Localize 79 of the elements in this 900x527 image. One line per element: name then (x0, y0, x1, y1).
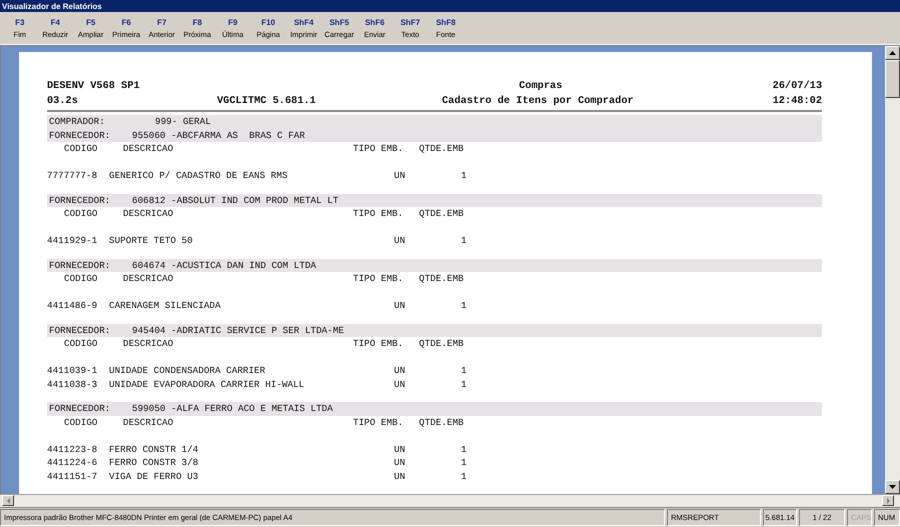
scrollbar-thumb[interactable] (885, 60, 900, 98)
item-code: 7777777-8 (47, 170, 98, 182)
item-description: UNIDADE EVAPORADORA CARRIER HI-WALL (109, 378, 306, 390)
column-header: TIPO EMB. (353, 338, 404, 350)
system-name: DESENV V568 SP1 (47, 80, 141, 92)
item-quantity: 1 (461, 300, 468, 312)
item-description: UNIDADE CONDENSADORA CARRIER (109, 365, 266, 376)
report-time: 12:48:02 (772, 94, 822, 106)
column-header: QTDE.EMB (419, 416, 465, 428)
down-arrow-icon (889, 485, 896, 489)
column-header: DESCRICAO (123, 338, 174, 350)
item-unit: UN (394, 365, 406, 376)
column-header: QTDE.EMB (419, 338, 465, 350)
program-version: VGCLITMC 5.681.1 (217, 94, 317, 106)
up-arrow-icon (889, 51, 896, 55)
column-header: CODIGO (64, 273, 98, 284)
window-title: Visualizador de Relatórios (0, 0, 900, 12)
item-quantity: 1 (461, 235, 468, 246)
column-header: CODIGO (64, 416, 98, 428)
supplier-name: 599050 -ALFA FERRO ACO E METAIS LTDA (132, 403, 333, 414)
buyer-label: COMPRADOR: (48, 116, 106, 128)
item-unit: UN (394, 235, 406, 246)
item-code: 4411151-7 (47, 470, 98, 482)
item-unit: UN (394, 300, 406, 312)
column-header: CODIGO (64, 208, 98, 220)
item-code: 4411929-1 (47, 235, 98, 246)
module-name: Compras (518, 80, 564, 92)
supplier-label: FORNECEDOR: (48, 403, 112, 414)
supplier-name: 955060 -ABCFARMA AS BRAS C FAR (132, 130, 305, 141)
column-header: TIPO EMB. (353, 143, 404, 154)
item-code: 4411039-1 (47, 365, 98, 376)
elapsed-time: 03.2s (47, 94, 79, 106)
item-code: 4411224-6 (47, 457, 98, 468)
column-header: DESCRICAO (123, 273, 174, 284)
item-quantity: 1 (461, 170, 468, 182)
item-description: SUPORTE TETO 50 (109, 235, 194, 246)
supplier-label: FORNECEDOR: (48, 324, 112, 336)
column-header: TIPO EMB. (353, 208, 404, 220)
item-unit: UN (394, 378, 406, 390)
column-header: DESCRICAO (123, 416, 174, 428)
supplier-name: 604674 -ACUSTICA DAN IND COM LTDA (132, 260, 316, 271)
left-arrow-icon (6, 498, 10, 504)
supplier-label: FORNECEDOR: (48, 260, 112, 271)
item-quantity: 1 (461, 470, 468, 482)
supplier-label: FORNECEDOR: (48, 130, 112, 141)
item-description: FERRO CONSTR 3/8 (109, 457, 200, 468)
supplier-name: 606812 -ABSOLUT IND COM PROD METAL LT (132, 194, 338, 206)
column-header: CODIGO (64, 143, 98, 154)
item-unit: UN (394, 170, 406, 182)
column-header: CODIGO (64, 338, 98, 350)
item-unit: UN (394, 470, 406, 482)
column-header: DESCRICAO (123, 208, 174, 220)
buyer-name: 999- GERAL (154, 116, 211, 128)
column-header: DESCRICAO (123, 143, 174, 154)
column-header: QTDE.EMB (419, 143, 465, 154)
supplier-name: 945404 -ADRIATIC SERVICE P SER LTDA-ME (132, 324, 344, 336)
item-code: 4411486-9 (47, 300, 98, 312)
item-quantity: 1 (461, 457, 468, 468)
report-date: 26/07/13 (772, 80, 822, 92)
column-header: TIPO EMB. (353, 416, 404, 428)
report-title: Cadastro de Itens por Comprador (442, 94, 635, 106)
column-header: QTDE.EMB (419, 208, 465, 220)
item-description: FERRO CONSTR 1/4 (109, 444, 200, 455)
item-unit: UN (394, 444, 406, 455)
supplier-label: FORNECEDOR: (48, 194, 112, 206)
item-description: VIGA DE FERRO U3 (109, 470, 200, 482)
horizontal-scrollbar[interactable] (0, 494, 900, 507)
item-quantity: 1 (461, 365, 468, 376)
item-description: GENERICO P/ CADASTRO DE EANS RMS (109, 170, 289, 182)
column-header: QTDE.EMB (419, 273, 465, 284)
right-arrow-icon (886, 498, 890, 504)
item-quantity: 1 (461, 378, 468, 390)
item-quantity: 1 (461, 444, 468, 455)
column-header: TIPO EMB. (353, 273, 404, 284)
item-description: CARENAGEM SILENCIADA (109, 300, 222, 312)
vertical-scrollbar[interactable] (885, 45, 900, 494)
item-code: 4411038-3 (47, 378, 98, 390)
item-code: 4411223-8 (47, 444, 98, 455)
item-unit: UN (394, 457, 406, 468)
